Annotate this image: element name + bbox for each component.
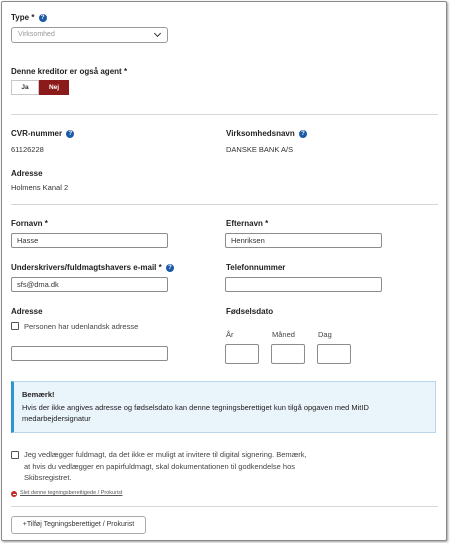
cvr-label: CVR-nummer ? <box>11 129 75 138</box>
company-name-label: Virksomhedsnavn ? <box>226 129 308 138</box>
birthdate-label: Fødselsdato <box>226 307 274 316</box>
day-input[interactable] <box>317 344 351 364</box>
required-mark: * <box>31 13 35 22</box>
agent-no-button[interactable]: Nej <box>39 80 69 95</box>
note-title: Bemærk! <box>22 390 55 399</box>
type-select-value: Virksomhed <box>18 31 55 38</box>
company-address-value: Holmens Kanal 2 <box>11 183 69 192</box>
help-icon[interactable]: ? <box>38 13 47 22</box>
chevron-down-icon <box>153 29 162 38</box>
last-name-label-text: Efternavn <box>226 219 263 228</box>
agent-label-text: Denne kreditor er også agent <box>11 67 122 76</box>
add-signatory-button[interactable]: +Tilføj Tegningsberettiget / Prokurist <box>11 516 146 534</box>
required-mark: * <box>158 263 162 272</box>
help-icon[interactable]: ? <box>299 129 308 138</box>
last-name-input[interactable]: Henriksen <box>225 233 382 248</box>
first-name-input[interactable]: Hasse <box>11 233 168 248</box>
email-input[interactable]: sfs@dma.dk <box>11 277 168 292</box>
help-icon[interactable]: ? <box>166 263 174 272</box>
info-note: Bemærk! Hvis der ikke angives adresse og… <box>11 381 436 433</box>
foreign-address-label: Personen har udenlandsk adresse <box>24 322 139 331</box>
type-label-text: Type <box>11 13 30 22</box>
foreign-address-checkbox[interactable] <box>11 322 19 330</box>
type-label: Type * ? <box>11 13 47 22</box>
power-of-attorney-text: Jeg vedlægger fuldmagt, da det ikke er m… <box>24 450 307 482</box>
company-name-value: DANSKE BANK A/S <box>226 145 294 154</box>
person-address-label: Adresse <box>11 307 43 316</box>
power-of-attorney-checkbox[interactable] <box>11 451 19 459</box>
company-name-label-text: Virksomhedsnavn <box>226 129 295 138</box>
cvr-value: 61126228 <box>11 145 44 154</box>
cvr-label-text: CVR-nummer <box>11 129 63 138</box>
first-name-label-text: Fornavn <box>11 219 43 228</box>
month-input[interactable] <box>271 344 305 364</box>
phone-input[interactable] <box>225 277 382 292</box>
first-name-label: Fornavn * <box>11 219 48 228</box>
required-mark: * <box>123 67 128 76</box>
divider <box>11 506 438 507</box>
agent-label: Denne kreditor er også agent * <box>11 67 127 76</box>
divider <box>11 114 438 115</box>
help-icon[interactable]: ? <box>66 129 75 138</box>
email-label: Underskrivers/fuldmagtshavers e-mail * ? <box>11 263 174 272</box>
person-address-input[interactable] <box>11 346 168 361</box>
email-label-text: Underskrivers/fuldmagtshavers e-mail <box>11 263 157 272</box>
last-name-label: Efternavn * <box>226 219 268 228</box>
phone-label: Telefonnummer <box>226 263 286 272</box>
year-label: År <box>226 330 234 339</box>
company-address-label: Adresse <box>11 169 43 178</box>
divider <box>11 204 438 205</box>
required-mark: * <box>265 219 269 228</box>
agent-yes-button[interactable]: Ja <box>11 80 39 95</box>
year-input[interactable] <box>225 344 259 364</box>
type-select[interactable]: Virksomhed <box>11 27 168 43</box>
remove-icon[interactable] <box>11 491 17 497</box>
remove-signatory-link[interactable]: Slet denne tegningsberettigede / Prokuri… <box>20 490 122 496</box>
note-text: Hvis der ikke angives adresse og fødsels… <box>22 403 369 423</box>
required-mark: * <box>44 219 48 228</box>
day-label: Dag <box>318 330 332 339</box>
month-label: Måned <box>272 330 295 339</box>
